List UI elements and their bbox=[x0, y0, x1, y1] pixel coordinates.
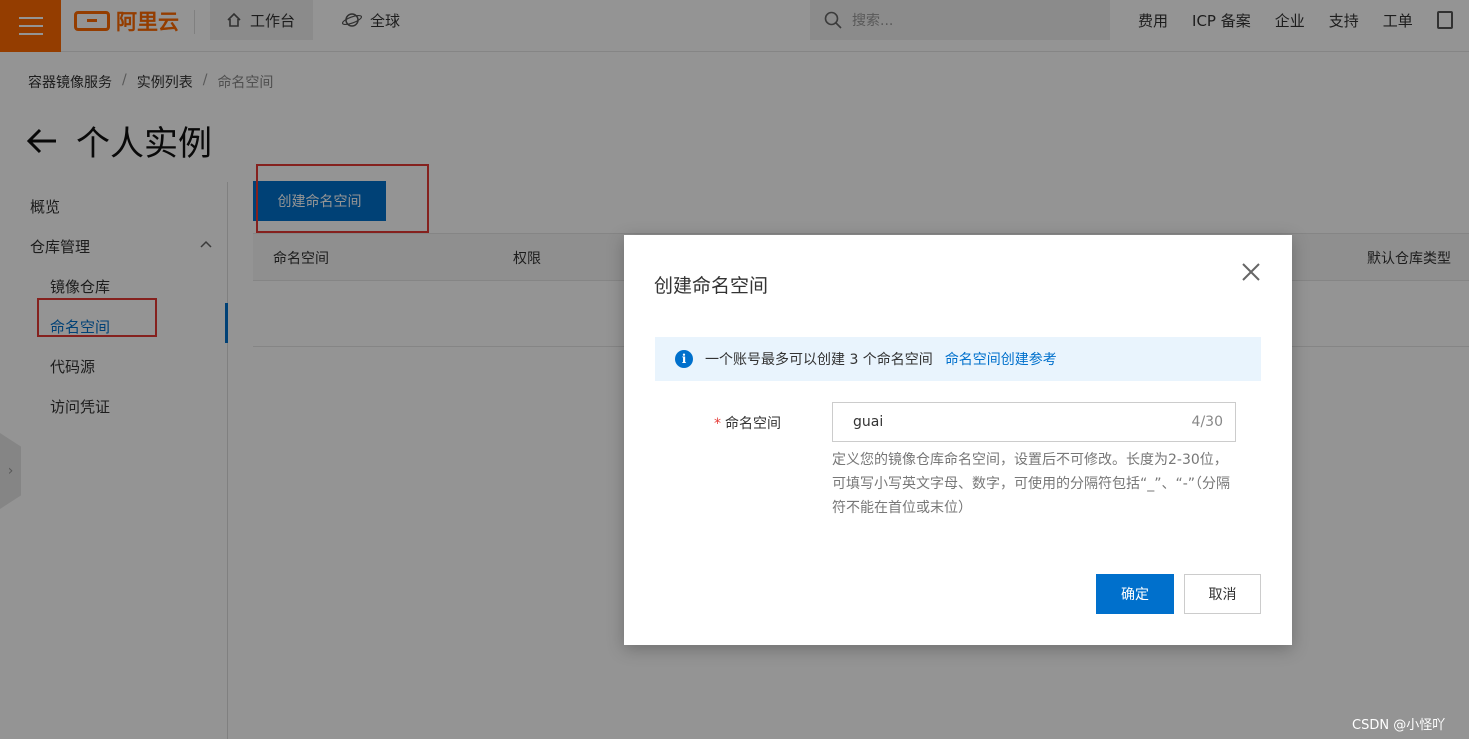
namespace-help-text: 定义您的镜像仓库命名空间，设置后不可修改。长度为2-30位，可填写小写英文字母、… bbox=[832, 452, 1231, 516]
required-marker: * bbox=[714, 416, 721, 432]
namespace-field-label: * 命名空间 bbox=[714, 413, 781, 433]
dialog-title: 创建命名空间 bbox=[654, 275, 769, 297]
namespace-input[interactable] bbox=[853, 414, 1192, 430]
confirm-button[interactable]: 确定 bbox=[1096, 574, 1174, 614]
info-link[interactable]: 命名空间创建参考 bbox=[945, 349, 1057, 369]
info-text: 一个账号最多可以创建 3 个命名空间 bbox=[705, 352, 933, 368]
cancel-button[interactable]: 取消 bbox=[1184, 574, 1261, 614]
char-counter: 4/30 bbox=[1191, 414, 1223, 430]
close-icon[interactable] bbox=[1238, 259, 1264, 285]
create-namespace-dialog: 创建命名空间 i 一个账号最多可以创建 3 个命名空间 命名空间创建参考 * 命名… bbox=[624, 235, 1292, 645]
namespace-input-wrapper: 4/30 bbox=[832, 402, 1236, 442]
watermark: CSDN @小怪吖 bbox=[1352, 718, 1446, 733]
info-notice: i 一个账号最多可以创建 3 个命名空间 命名空间创建参考 bbox=[655, 337, 1261, 381]
info-icon: i bbox=[675, 350, 693, 368]
namespace-field-label-text: 命名空间 bbox=[725, 416, 781, 432]
